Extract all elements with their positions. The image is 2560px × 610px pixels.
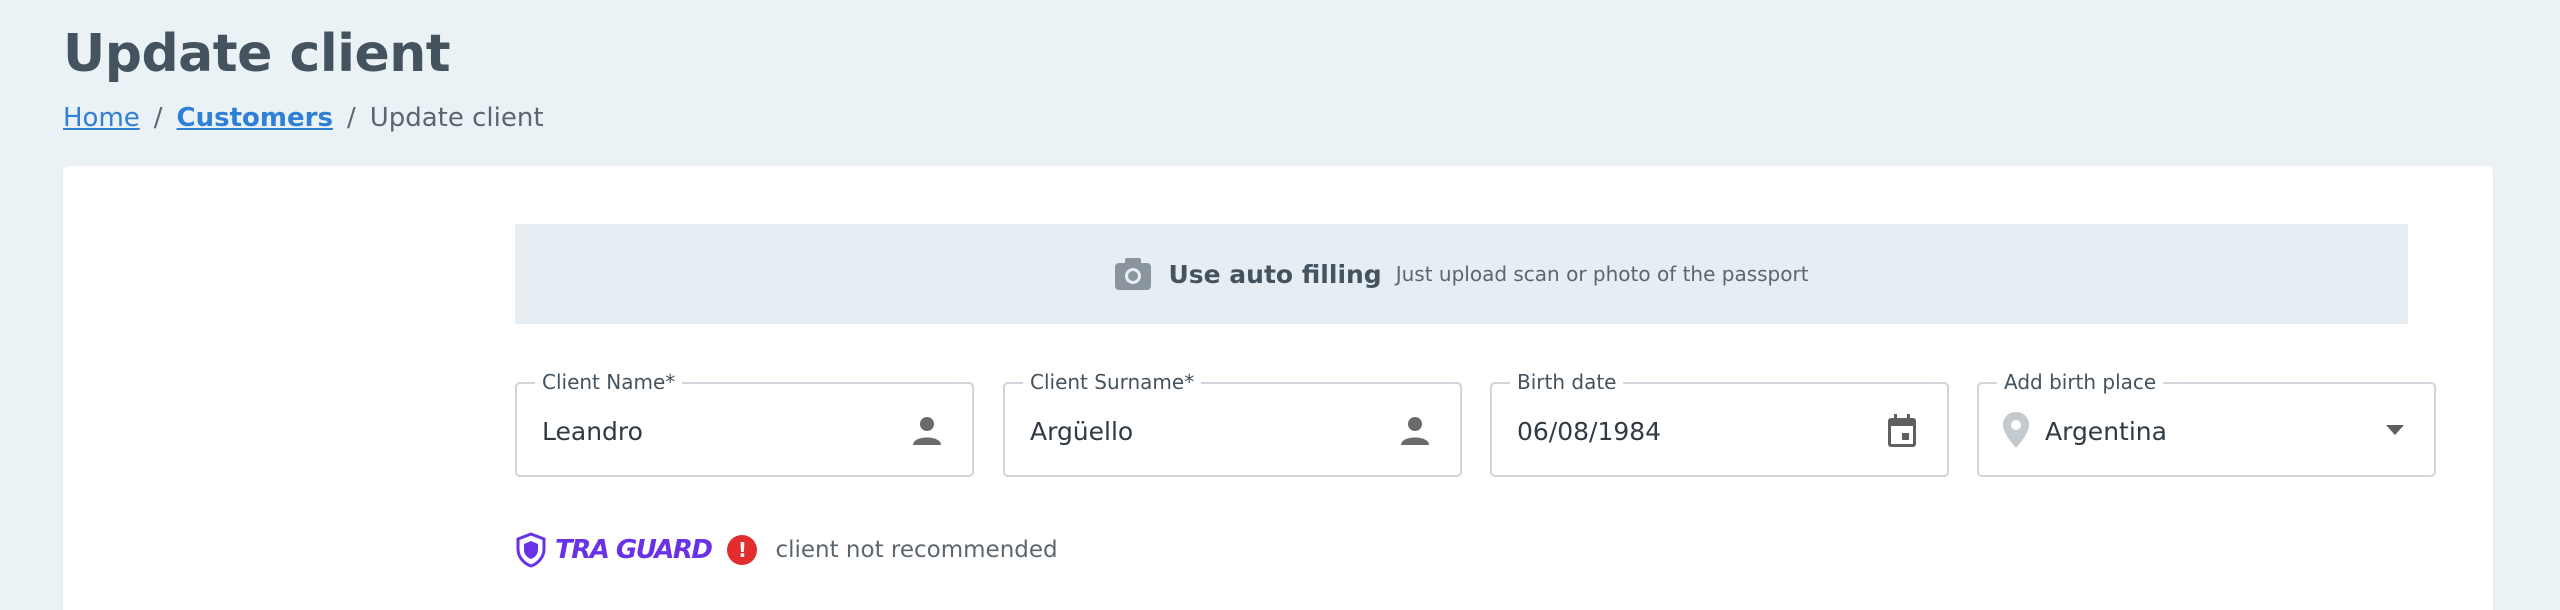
client-name-label: Client Name* xyxy=(535,369,683,395)
person-icon xyxy=(913,417,941,445)
breadcrumb-customers-link[interactable]: Customers xyxy=(177,103,333,133)
person-icon xyxy=(1401,417,1429,445)
tra-guard-logo: TRA GUARD xyxy=(555,535,713,565)
auto-filling-button[interactable]: Use auto filling Just upload scan or pho… xyxy=(515,224,2408,324)
calendar-icon[interactable] xyxy=(1884,413,1920,449)
client-surname-input[interactable] xyxy=(1030,414,1360,448)
client-surname-field: Client Surname* xyxy=(1003,369,1462,477)
breadcrumb-home-link[interactable]: Home xyxy=(63,103,140,133)
birth-date-field: Birth date xyxy=(1490,369,1949,477)
client-name-input[interactable] xyxy=(542,414,872,448)
alert-icon: ! xyxy=(727,535,758,565)
breadcrumb: Home / Customers / Update client xyxy=(63,103,544,133)
birth-place-select[interactable] xyxy=(2045,414,2375,448)
client-surname-label: Client Surname* xyxy=(1023,369,1202,395)
birth-place-field[interactable]: Add birth place xyxy=(1977,369,2436,477)
caret-down-icon[interactable] xyxy=(2384,423,2406,437)
breadcrumb-current: Update client xyxy=(369,103,544,133)
breadcrumb-separator: / xyxy=(153,103,163,133)
birth-date-label: Birth date xyxy=(1510,369,1624,395)
birth-place-label: Add birth place xyxy=(1997,369,2164,395)
auto-filling-title: Use auto filling xyxy=(1168,259,1382,289)
birth-date-input[interactable] xyxy=(1517,414,1847,448)
location-pin-icon xyxy=(2003,412,2029,448)
page-title: Update client xyxy=(63,24,451,84)
auto-filling-subtitle: Just upload scan or photo of the passpor… xyxy=(1395,262,1809,286)
client-name-field: Client Name* xyxy=(515,369,974,477)
tra-guard-status: TRA GUARD ! client not recommended xyxy=(515,532,1058,568)
breadcrumb-separator: / xyxy=(346,103,356,133)
tra-guard-shield-icon xyxy=(516,532,546,568)
camera-icon xyxy=(1115,258,1152,290)
guard-status-message: client not recommended xyxy=(775,537,1058,563)
